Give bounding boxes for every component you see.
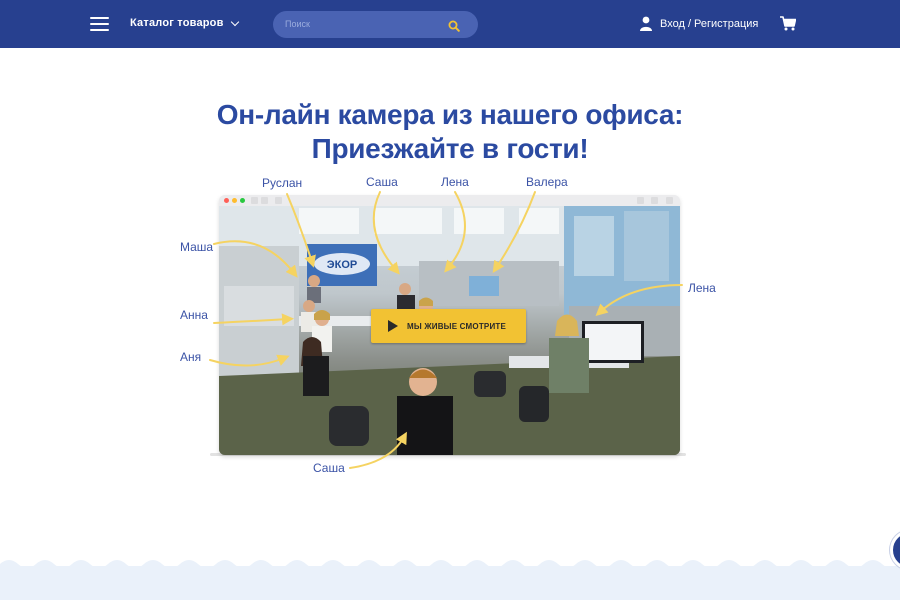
forward-icon (261, 197, 268, 204)
catalog-menu-button[interactable]: Каталог товаров (130, 17, 239, 29)
menu-icon[interactable] (90, 16, 109, 32)
sidebar-icon (275, 197, 282, 204)
title-line-1: Он-лайн камера из нашего офиса: (216, 99, 684, 130)
bottom-section (0, 566, 900, 600)
search-icon[interactable] (448, 20, 460, 32)
cart-icon[interactable] (780, 16, 796, 31)
play-icon (388, 320, 398, 332)
close-dot-icon (224, 198, 229, 203)
page: Каталог товаров Вход / Регистрация Он-л (0, 0, 900, 600)
user-icon (640, 16, 652, 31)
catalog-label: Каталог товаров (130, 17, 224, 29)
login-label: Вход / Регистрация (660, 17, 759, 30)
play-button-label: МЫ ЖИВЫЕ СМОТРИТЕ (407, 321, 507, 331)
search-input[interactable] (285, 16, 445, 32)
browser-toolbar (219, 195, 680, 206)
name-label-lena-right: Лена (688, 281, 716, 295)
top-header: Каталог товаров Вход / Регистрация (0, 0, 900, 48)
share-icon (637, 197, 644, 204)
search-box (273, 11, 478, 38)
name-label-sasha-bottom: Саша (313, 461, 345, 475)
minimize-dot-icon (232, 198, 237, 203)
ekor-logo: ЭКОР (327, 259, 357, 271)
name-label-anna: Анна (180, 308, 208, 322)
title-line-2: Приезжайте в гости! (311, 133, 589, 164)
back-icon (251, 197, 258, 204)
chevron-down-icon (230, 17, 239, 26)
name-label-masha: Маша (180, 240, 214, 254)
name-label-lena-top: Лена (441, 175, 469, 189)
new-tab-icon (666, 197, 673, 204)
name-label-valera: Валера (526, 175, 568, 189)
tabs-icon (651, 197, 658, 204)
name-label-sasha-top: Саша (366, 175, 398, 189)
login-register-link[interactable]: Вход / Регистрация (640, 16, 758, 31)
name-label-ruslan: Руслан (262, 176, 303, 190)
maximize-dot-icon (240, 198, 245, 203)
live-camera-play-button[interactable]: МЫ ЖИВЫЕ СМОТРИТЕ (371, 309, 526, 343)
name-label-anya: Аня (180, 350, 202, 364)
page-title: Он-лайн камера из нашего офиса: Приезжай… (0, 98, 900, 166)
